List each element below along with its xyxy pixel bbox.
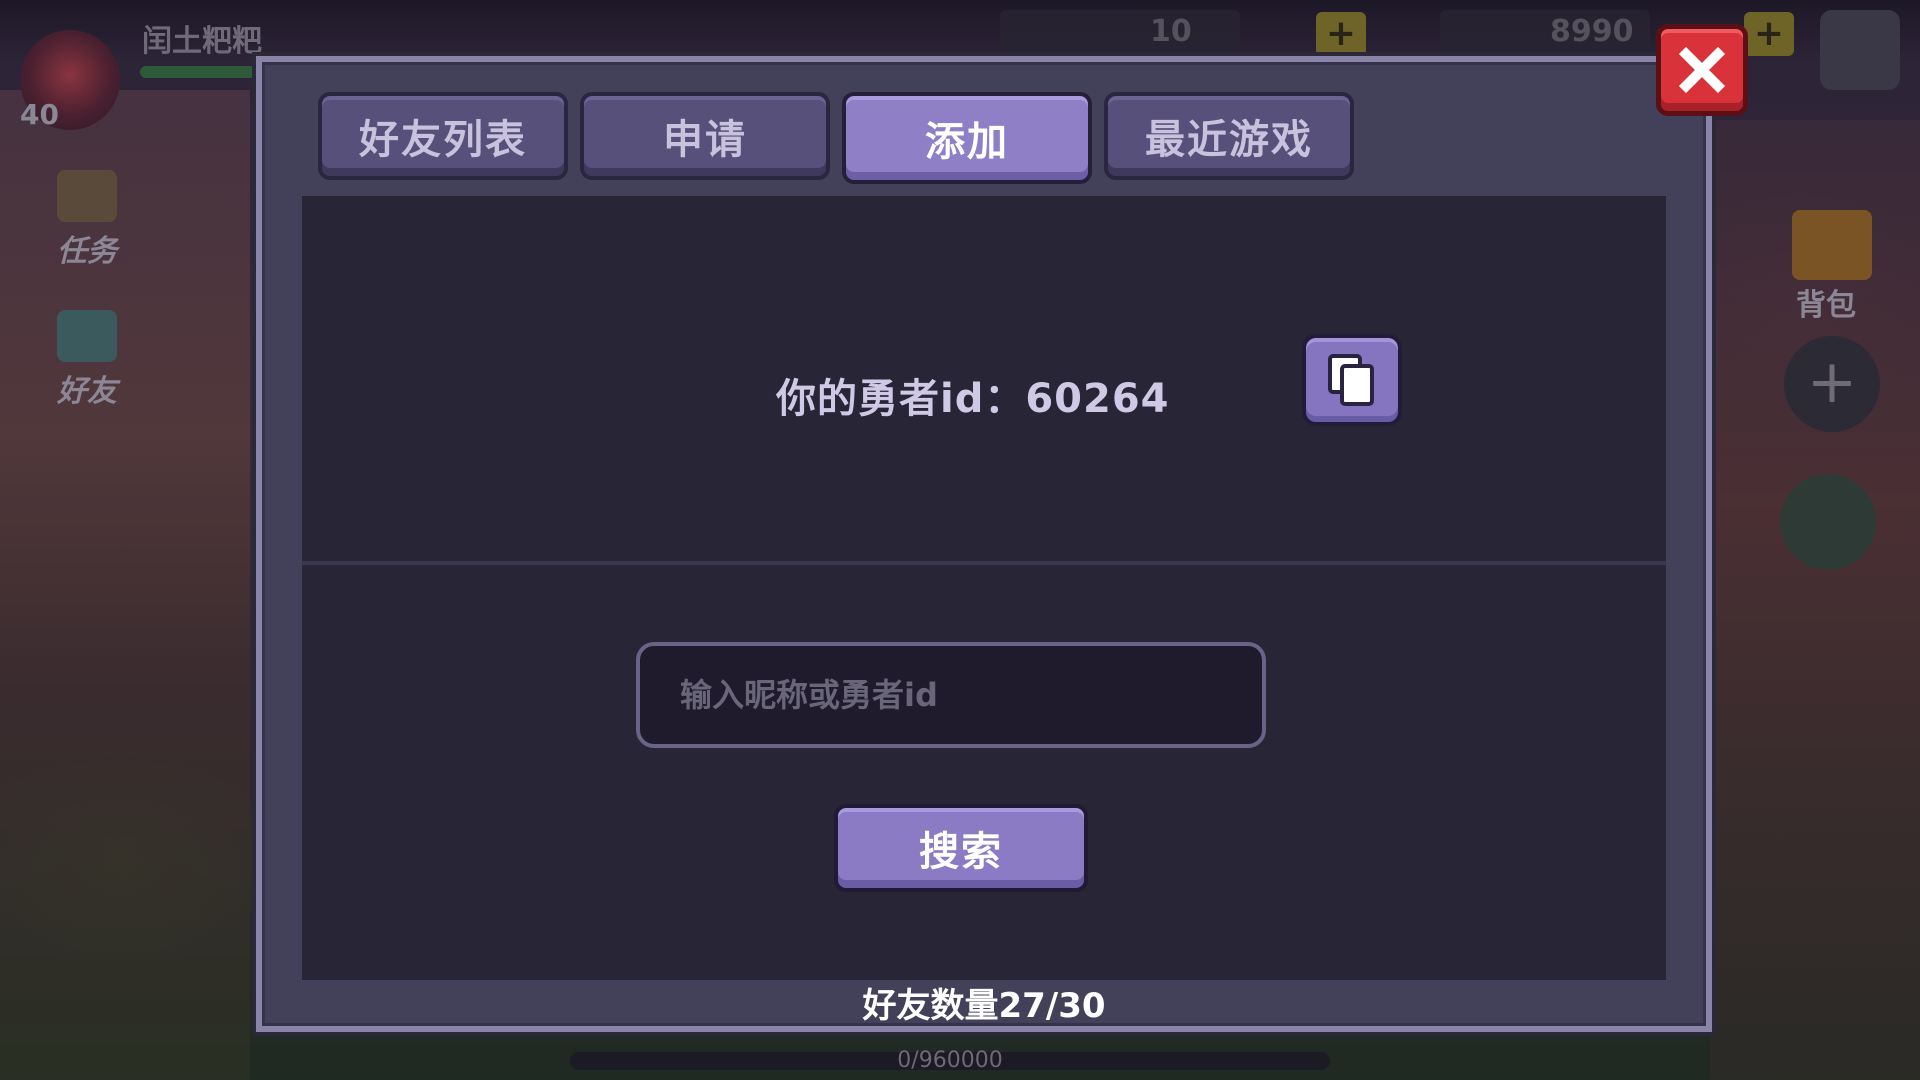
friends-button: 好友 <box>44 310 130 410</box>
friends-dialog: 好友列表 申请 添加 最近游戏 你的勇者id：60264 搜索 好友数量27/3… <box>256 56 1712 1032</box>
backpack-label: 背包 <box>1796 288 1856 323</box>
backpack-icon <box>1792 210 1872 280</box>
quest-icon <box>57 170 117 222</box>
add-gem-button: + <box>1316 12 1366 56</box>
tab-recent-games[interactable]: 最近游戏 <box>1104 92 1354 180</box>
add-gold-button: + <box>1744 12 1794 56</box>
exp-text: 0/960000 <box>897 1048 1003 1073</box>
friends-label: 好友 <box>57 374 117 409</box>
tab-add[interactable]: 添加 <box>842 92 1092 184</box>
player-hp-bar <box>140 66 270 78</box>
close-icon <box>1678 46 1726 94</box>
add-friend-panel: 你的勇者id：60264 搜索 <box>302 196 1666 980</box>
close-button[interactable] <box>1656 24 1748 116</box>
tab-bar: 好友列表 申请 添加 最近游戏 <box>318 92 1354 184</box>
gem-counter: 10 <box>1000 10 1240 54</box>
tab-friend-list[interactable]: 好友列表 <box>318 92 568 180</box>
copy-icon <box>1328 354 1374 406</box>
hero-id-row: 你的勇者id：60264 <box>302 326 1666 456</box>
add-icon: + <box>1784 336 1880 432</box>
quest-label: 任务 <box>57 234 117 269</box>
search-button[interactable]: 搜索 <box>834 804 1088 892</box>
panel-divider <box>302 561 1666 565</box>
exp-bar: 0/960000 <box>570 1048 1330 1073</box>
chat-icon <box>1780 474 1876 570</box>
quest-button: 任务 <box>44 170 130 270</box>
gem-count: 10 <box>1150 14 1192 49</box>
search-input[interactable] <box>636 642 1266 748</box>
hero-id-label: 你的勇者id：60264 <box>776 376 1170 422</box>
friends-icon <box>57 310 117 362</box>
player-level: 40 <box>20 98 59 131</box>
copy-id-button[interactable] <box>1302 334 1402 426</box>
tab-requests[interactable]: 申请 <box>580 92 830 180</box>
player-name: 闰土粑粑 <box>142 24 262 59</box>
gold-count: 8990 <box>1550 14 1634 49</box>
friend-count: 好友数量27/30 <box>862 986 1106 1026</box>
settings-gear-icon <box>1820 10 1900 90</box>
gold-counter: 8990 <box>1440 10 1650 54</box>
